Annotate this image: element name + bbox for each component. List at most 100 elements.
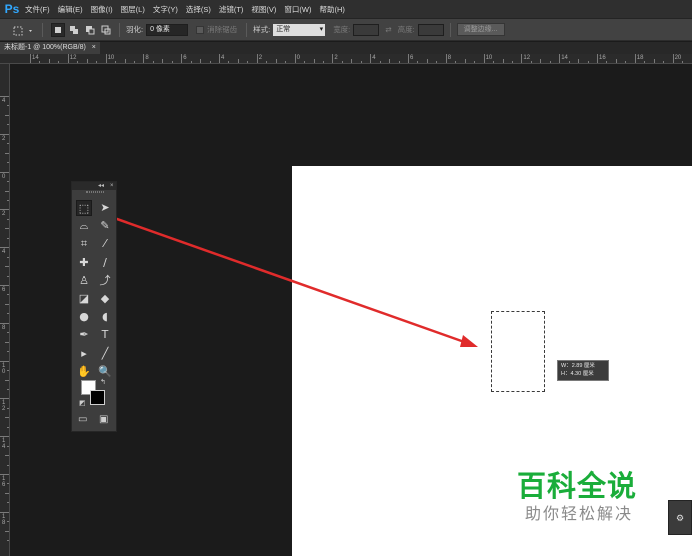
hand-tool-icon[interactable]: ✋ [76, 364, 92, 380]
ruler-tick [559, 54, 561, 63]
crop-tool-icon[interactable]: ⌗ [76, 236, 92, 252]
path-selection-tool-icon[interactable]: ▸ [76, 346, 92, 362]
ruler-label: 4 [372, 55, 376, 61]
ruler-label: 14 [561, 55, 568, 61]
selection-height-readout: H：4.30 厘米 [561, 371, 594, 377]
ruler-tick [483, 54, 485, 63]
ruler-minor-tick [5, 492, 9, 494]
ruler-tick [143, 54, 145, 63]
menu-window[interactable]: 窗口(W) [280, 0, 315, 19]
ruler-minor-tick [502, 59, 504, 63]
ruler-minor-tick [5, 379, 9, 381]
ruler-label: 16 [599, 55, 606, 61]
brush-tool-icon[interactable]: ∕ [97, 255, 113, 271]
ruler-minor-tick [77, 61, 79, 63]
ruler-minor-tick [7, 370, 9, 372]
collapse-icon[interactable]: ◂◂ [98, 182, 104, 190]
dodge-tool-icon[interactable]: ◖ [97, 309, 113, 325]
document-tab[interactable]: 未标题-1 @ 100%(RGB/8) × [0, 42, 100, 54]
close-tab-icon[interactable]: × [92, 42, 96, 54]
intersect-selection-button[interactable] [99, 23, 113, 37]
menu-file[interactable]: 文件(F) [21, 0, 54, 19]
paint-bucket-tool-icon[interactable]: ◆ [97, 291, 113, 307]
document-tab-title: 未标题-1 @ 100%(RGB/8) [4, 44, 86, 51]
style-select[interactable]: 正常 [273, 23, 326, 36]
ruler-minor-tick [5, 266, 9, 268]
background-color-swatch[interactable] [90, 390, 105, 405]
new-selection-button[interactable] [51, 22, 65, 37]
ruler-minor-tick [7, 218, 9, 220]
ruler-minor-tick [7, 351, 9, 353]
ruler-minor-tick [58, 61, 60, 63]
divider [119, 22, 120, 37]
menu-type[interactable]: 文字(Y) [149, 0, 182, 19]
grip-handle[interactable] [86, 191, 104, 193]
ruler-tick [408, 54, 409, 63]
ruler-tick [445, 54, 447, 63]
height-label: 高度: [397, 25, 415, 34]
ruler-minor-tick [606, 61, 608, 63]
ruler-minor-tick [493, 61, 495, 63]
ruler-minor-tick [171, 61, 173, 63]
close-icon[interactable]: × [110, 182, 114, 190]
type-tool-icon[interactable]: T [97, 327, 113, 343]
history-brush-icon[interactable]: ⤴ [97, 273, 113, 289]
ruler-tick [0, 171, 9, 173]
blur-tool-icon[interactable]: ● [76, 309, 92, 325]
spot-healing-brush-icon[interactable]: ✚ [76, 255, 92, 271]
menu-layer[interactable]: 图层(L) [117, 0, 149, 19]
ruler-minor-tick [426, 59, 428, 63]
rectangular-marquee-tool-icon[interactable]: ⬚ [76, 200, 92, 216]
marquee-selection[interactable] [491, 311, 545, 392]
swap-dimensions-icon[interactable]: ⇄ [385, 25, 391, 34]
height-input[interactable] [417, 23, 444, 36]
ruler-label: 6 [183, 55, 187, 61]
ruler-minor-tick [266, 61, 268, 63]
menu-select[interactable]: 选择(S) [182, 0, 215, 19]
menu-help[interactable]: 帮助(H) [316, 0, 349, 19]
eraser-tool-icon[interactable]: ◪ [76, 291, 92, 307]
ruler-minor-tick [115, 61, 117, 63]
ruler-minor-tick [7, 464, 9, 466]
menu-view[interactable]: 视图(V) [247, 0, 280, 19]
ruler-tick [294, 54, 296, 63]
quick-selection-tool-icon[interactable]: ✎ [97, 218, 113, 234]
quick-mask-icon[interactable]: ▭ [78, 415, 87, 425]
tools-panel-header[interactable]: ◂◂ × [72, 182, 116, 190]
antialias-label: 消除锯齿 [207, 25, 238, 34]
swap-colors-icon[interactable]: ↰ [100, 379, 106, 386]
selection-width-readout: W：2.89 厘米 [561, 363, 595, 369]
width-input[interactable] [353, 23, 380, 36]
add-to-selection-button[interactable] [67, 23, 81, 37]
zoom-tool-icon[interactable]: 🔍 [97, 364, 113, 380]
tool-preset-picker[interactable] [10, 23, 36, 37]
feather-label: 羽化: [126, 25, 144, 34]
ruler-minor-tick [5, 417, 9, 419]
ruler-tick [219, 54, 220, 63]
ruler-minor-tick [682, 61, 684, 63]
screen-mode-icon[interactable]: ▣ [99, 415, 108, 425]
subtract-from-selection-button[interactable] [83, 23, 97, 37]
document-tab-bar: 未标题-1 @ 100%(RGB/8) × [0, 42, 692, 54]
ruler-minor-tick [7, 256, 9, 258]
ruler-tick [105, 54, 107, 63]
clone-stamp-tool-icon[interactable]: ♙ [76, 273, 92, 289]
feather-input[interactable]: 0 像素 [146, 23, 189, 36]
lasso-tool-icon[interactable]: ⌓ [76, 218, 92, 234]
menu-image[interactable]: 图像(I) [87, 0, 117, 19]
line-tool-icon[interactable]: ╱ [97, 346, 113, 362]
default-colors-icon[interactable]: ◩ [79, 400, 86, 407]
move-tool-icon[interactable]: ➤ [97, 200, 113, 216]
antialias-checkbox[interactable] [196, 25, 205, 34]
eyedropper-tool-icon[interactable]: ⁄ [97, 236, 113, 252]
ruler-minor-tick [7, 199, 9, 201]
horizontal-ruler[interactable]: 14 12 10 8 6 4 2 0 2 4 6 8 10 12 14 16 18 20 [0, 54, 692, 64]
vertical-ruler[interactable]: 4 2 0 2 4 6 8 1 0 1 2 1 4 1 6 1 8 [0, 64, 10, 556]
menu-edit[interactable]: 编辑(E) [54, 0, 87, 19]
menu-filter[interactable]: 滤镜(T) [215, 0, 248, 19]
side-panel-widget[interactable]: ⚙ [668, 500, 692, 535]
refine-edge-button[interactable]: 调整边缘... [456, 23, 505, 36]
ruler-minor-tick [379, 61, 381, 63]
ruler-minor-tick [285, 61, 287, 63]
pen-tool-icon[interactable]: ✒ [76, 327, 92, 343]
